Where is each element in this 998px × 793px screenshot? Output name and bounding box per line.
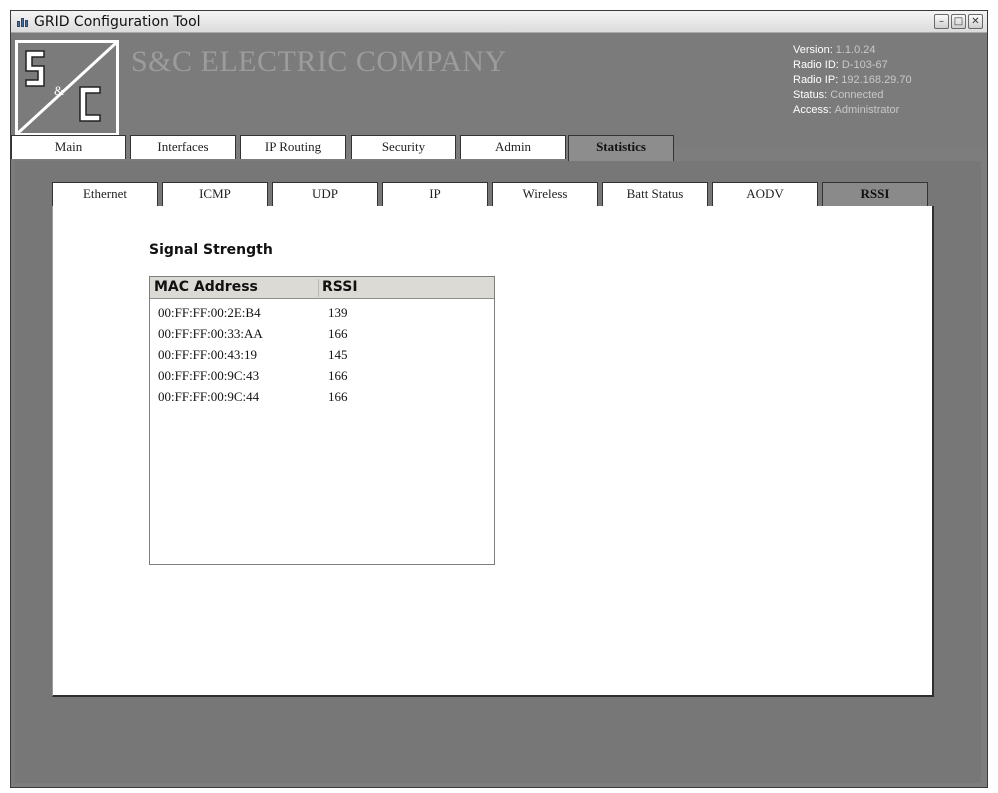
tab-statistics[interactable]: Statistics (568, 135, 674, 161)
device-info: Version: 1.1.0.24 Radio ID: D-103-67 Radio… (793, 43, 912, 118)
company-name: S&C ELECTRIC COMPANY (131, 45, 507, 78)
tab-interfaces[interactable]: Interfaces (130, 135, 236, 159)
svg-text:&: & (54, 83, 64, 98)
rssi-value: 166 (328, 326, 348, 341)
rssi-panel: Signal Strength MAC Address RSSI 00:FF:F… (52, 206, 934, 697)
mac-address: 00:FF:FF:00:2E:B4 (158, 305, 261, 320)
window-title: GRID Configuration Tool (34, 14, 201, 30)
tab-security[interactable]: Security (351, 135, 456, 159)
list-header: MAC Address RSSI (150, 277, 494, 299)
info-radio-id: Radio ID: D-103-67 (793, 59, 888, 71)
subtab-icmp[interactable]: ICMP (162, 182, 268, 206)
mac-address: 00:FF:FF:00:43:19 (158, 347, 257, 362)
subtab-ip[interactable]: IP (382, 182, 488, 206)
list-item[interactable]: 00:FF:FF:00:9C:43 166 (150, 366, 494, 387)
subtab-batt-status[interactable]: Batt Status (602, 182, 708, 206)
rssi-value: 145 (328, 347, 348, 362)
info-status: Status: Connected (793, 89, 884, 101)
info-radio-ip: Radio IP: 192.168.29.70 (793, 74, 912, 86)
company-logo: & (15, 40, 119, 136)
info-version: Version: 1.1.0.24 (793, 44, 876, 56)
column-header-rssi[interactable]: RSSI (322, 279, 358, 295)
statistics-area: Ethernet ICMP UDP IP Wireless Batt Statu… (15, 161, 981, 783)
mac-address: 00:FF:FF:00:9C:44 (158, 389, 260, 404)
column-header-mac[interactable]: MAC Address (154, 279, 258, 295)
column-divider[interactable] (318, 279, 319, 297)
mac-address: 00:FF:FF:00:33:AA (158, 326, 263, 341)
rssi-value: 166 (328, 389, 348, 404)
subtab-rssi[interactable]: RSSI (822, 182, 928, 206)
mac-address: 00:FF:FF:00:9C:43 (158, 368, 260, 383)
subtab-udp[interactable]: UDP (272, 182, 378, 206)
network-app-icon (17, 16, 29, 27)
app-window: GRID Configuration Tool – □ ✕ & S&C ELEC… (10, 10, 988, 788)
rssi-list[interactable]: MAC Address RSSI 00:FF:FF:00:2E:B4 139 0… (149, 276, 495, 565)
title-bar[interactable]: GRID Configuration Tool – □ ✕ (11, 11, 987, 33)
section-title: Signal Strength (149, 242, 273, 258)
list-item[interactable]: 00:FF:FF:00:9C:44 166 (150, 387, 494, 408)
tab-main[interactable]: Main (11, 135, 126, 159)
subtab-ethernet[interactable]: Ethernet (52, 182, 158, 206)
tab-admin[interactable]: Admin (460, 135, 566, 159)
list-item[interactable]: 00:FF:FF:00:2E:B4 139 (150, 303, 494, 324)
rssi-value: 139 (328, 305, 348, 320)
list-item[interactable]: 00:FF:FF:00:43:19 145 (150, 345, 494, 366)
main-tab-bar: Main Interfaces IP Routing Security Admi… (11, 135, 987, 161)
maximize-button[interactable]: □ (951, 14, 966, 29)
rssi-value: 166 (328, 368, 348, 383)
tab-ip-routing[interactable]: IP Routing (240, 135, 346, 159)
header: & S&C ELECTRIC COMPANY Version: 1.1.0.24 … (11, 33, 987, 147)
minimize-button[interactable]: – (934, 14, 949, 29)
list-item[interactable]: 00:FF:FF:00:33:AA 166 (150, 324, 494, 345)
close-button[interactable]: ✕ (968, 14, 983, 29)
subtab-aodv[interactable]: AODV (712, 182, 818, 206)
info-access: Access: Administrator (793, 104, 900, 116)
subtab-wireless[interactable]: Wireless (492, 182, 598, 206)
list-rows: 00:FF:FF:00:2E:B4 139 00:FF:FF:00:33:AA … (150, 303, 494, 408)
